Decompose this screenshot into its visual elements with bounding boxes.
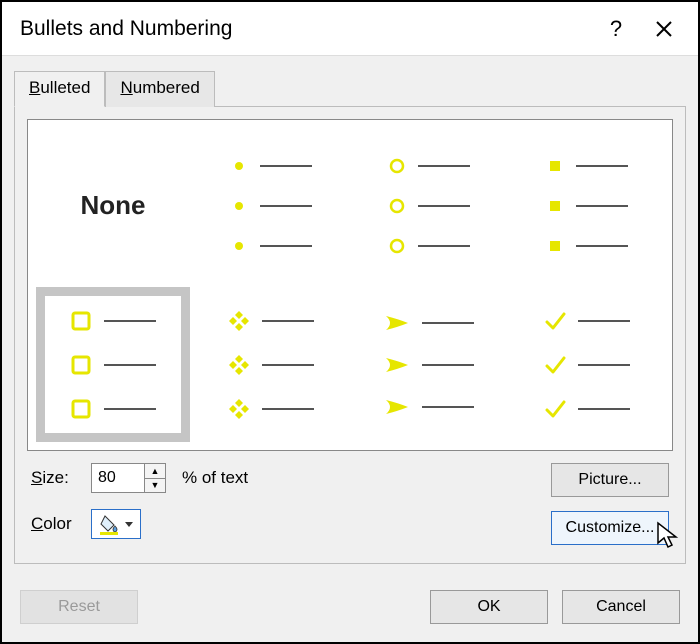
close-button[interactable] <box>640 5 688 53</box>
cancel-button[interactable]: Cancel <box>562 590 680 624</box>
bullet-option-square-solid[interactable] <box>510 128 664 283</box>
customize-button[interactable]: Customize... <box>551 511 669 545</box>
titlebar: Bullets and Numbering ? <box>2 2 698 56</box>
size-label: Size: <box>31 468 81 488</box>
bullet-option-arrowhead[interactable] <box>352 287 506 442</box>
bullet-style-grid: None <box>27 119 673 451</box>
dropdown-caret-icon <box>124 519 134 529</box>
help-button[interactable]: ? <box>592 5 640 53</box>
size-spinner[interactable]: ▲ ▼ <box>91 463 166 493</box>
tab-bulleted[interactable]: Bulleted <box>14 71 105 107</box>
bullet-option-dot[interactable] <box>194 128 348 283</box>
reset-button: Reset <box>20 590 138 624</box>
picture-button[interactable]: Picture... <box>551 463 669 497</box>
color-picker[interactable] <box>91 509 141 539</box>
bullet-option-ring[interactable] <box>352 128 506 283</box>
tab-strip: Bulleted Numbered <box>2 56 698 106</box>
size-input[interactable] <box>92 464 144 492</box>
dialog-title: Bullets and Numbering <box>20 17 592 41</box>
size-spin-up[interactable]: ▲ <box>145 464 165 479</box>
ok-button[interactable]: OK <box>430 590 548 624</box>
size-spin-down[interactable]: ▼ <box>145 479 165 493</box>
tab-panel: None <box>14 106 686 564</box>
bullet-option-none[interactable]: None <box>36 128 190 283</box>
color-label: Color <box>31 514 81 534</box>
close-icon <box>655 20 673 38</box>
bullet-option-check[interactable] <box>510 287 664 442</box>
bullet-option-square-outline[interactable] <box>36 287 190 442</box>
size-suffix: % of text <box>182 468 248 488</box>
bullets-numbering-dialog: Bullets and Numbering ? Bulleted Numbere… <box>0 0 700 644</box>
bullet-option-diamond4[interactable] <box>194 287 348 442</box>
dialog-footer: Reset OK Cancel <box>2 576 698 642</box>
paint-bucket-icon <box>98 513 120 535</box>
tab-numbered[interactable]: Numbered <box>105 71 214 107</box>
